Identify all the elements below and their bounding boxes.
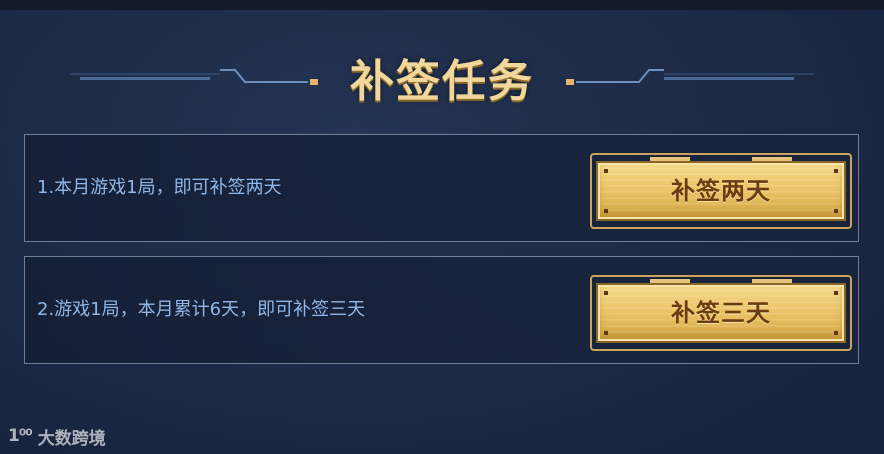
- button-label: 补签三天: [671, 299, 771, 327]
- title-section: 补签任务: [0, 50, 884, 114]
- watermark: 1⁰⁰ 大数跨境: [8, 424, 106, 449]
- makeup-checkin-three-days-button[interactable]: 补签三天: [590, 275, 852, 351]
- task-2-description: 2.游戏1局，本月累计6天，即可补签三天: [37, 299, 366, 320]
- top-bar: [0, 0, 884, 10]
- button-label: 补签两天: [671, 177, 771, 205]
- watermark-text: 大数跨境: [37, 428, 106, 449]
- watermark-logo-icon: 1⁰⁰: [8, 426, 33, 446]
- page-title: 补签任务: [350, 56, 534, 107]
- task-row-1: 1.本月游戏1局，即可补签两天 补签两天: [24, 134, 859, 242]
- task-row-2: 2.游戏1局，本月累计6天，即可补签三天 补签三天: [24, 256, 859, 364]
- task-1-description: 1.本月游戏1局，即可补签两天: [37, 177, 282, 198]
- button-face: 补签两天: [596, 161, 846, 221]
- button-face: 补签三天: [596, 283, 846, 343]
- makeup-checkin-two-days-button[interactable]: 补签两天: [590, 153, 852, 229]
